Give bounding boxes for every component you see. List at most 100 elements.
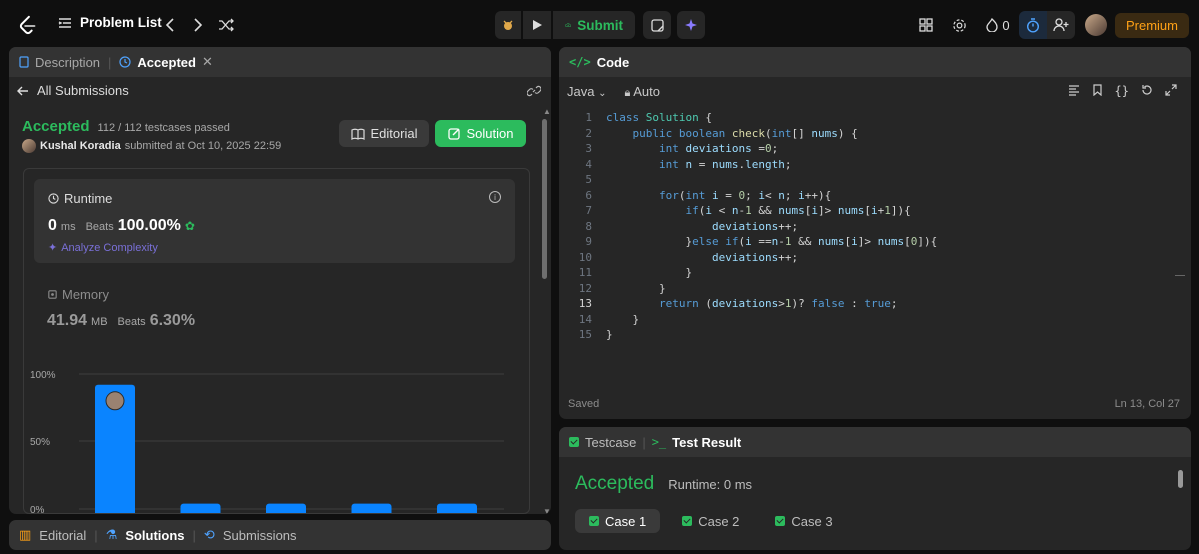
bookmark-icon[interactable]	[1092, 84, 1103, 96]
leetcode-logo[interactable]	[17, 15, 39, 37]
tab-description[interactable]: Description	[35, 55, 100, 70]
format-icon[interactable]	[1068, 84, 1080, 96]
all-submissions-link[interactable]: All Submissions	[17, 83, 129, 98]
ai-sparkle-icon[interactable]	[677, 11, 705, 39]
runtime-card[interactable]: Runtime i 0 ms Beats 100.00% ✿ ✦ Analyze…	[34, 179, 515, 263]
layout-icon[interactable]	[909, 11, 943, 39]
chart-bar[interactable]	[266, 503, 306, 514]
expand-icon[interactable]	[1165, 84, 1177, 96]
code-line[interactable]: 6 for(int i = 0; i< n; i++){	[559, 189, 1191, 205]
shuffle-icon[interactable]	[217, 16, 235, 34]
author-avatar[interactable]	[22, 139, 36, 153]
code-line[interactable]: 13 return (deviations>1)? false : true;	[559, 297, 1191, 313]
note-icon[interactable]	[643, 11, 671, 39]
tab-solutions[interactable]: Solutions	[125, 528, 184, 543]
case-tab-3[interactable]: Case 3	[761, 509, 846, 533]
check-icon	[682, 516, 693, 526]
solution-button[interactable]: Solution	[435, 120, 526, 147]
line-number: 14	[578, 312, 592, 326]
prev-problem-icon[interactable]	[162, 16, 178, 34]
reset-icon[interactable]	[1141, 84, 1153, 96]
line-number: 9	[585, 235, 592, 248]
history-icon: ⟲	[203, 527, 215, 542]
code-line[interactable]: 11 }	[559, 266, 1191, 282]
tab-test-result[interactable]: Test Result	[672, 435, 741, 450]
left-panel-scrollbar[interactable]	[542, 119, 547, 279]
test-panel-scrollbar[interactable]	[1178, 470, 1183, 488]
chart-bar[interactable]	[180, 503, 221, 514]
case-tab-1[interactable]: Case 1	[575, 509, 661, 533]
editorial-button[interactable]: Editorial	[339, 120, 429, 147]
auto-mode[interactable]: 🔒︎ Auto	[624, 84, 660, 100]
scroll-down-icon[interactable]: ▼	[543, 507, 551, 514]
code-line[interactable]: 10 deviations++;	[559, 251, 1191, 267]
code-line[interactable]: 14 }	[559, 313, 1191, 329]
left-panel-tabs: Description | Accepted ✕	[9, 47, 551, 77]
code-text: }	[632, 312, 640, 326]
streak-counter[interactable]: 0	[977, 11, 1019, 39]
code-line[interactable]: 1 class Solution {	[559, 111, 1191, 127]
code-line[interactable]: 5	[559, 173, 1191, 189]
debug-icon[interactable]	[495, 11, 521, 39]
list-icon	[58, 17, 71, 28]
code-line[interactable]: 12 }	[559, 282, 1191, 298]
timer-icon[interactable]	[1018, 11, 1047, 39]
user-avatar[interactable]	[1084, 14, 1107, 36]
runtime-distribution-chart: 100% 50% 0%	[30, 370, 504, 514]
cloud-upload-icon	[565, 23, 572, 27]
gear-icon[interactable]	[943, 11, 977, 39]
memory-label: Memory	[62, 287, 109, 302]
y-tick-label: 0%	[30, 505, 45, 514]
code-line[interactable]: 4 int n = nums.length;	[559, 158, 1191, 174]
info-icon[interactable]: i	[489, 191, 501, 203]
my-submission-avatar[interactable]	[105, 391, 125, 411]
chart-bar[interactable]	[351, 503, 392, 514]
code-editor[interactable]: 1 class Solution {2 public boolean check(…	[559, 111, 1191, 371]
run-button[interactable]	[523, 11, 551, 39]
braces-icon[interactable]: {}	[1115, 84, 1129, 98]
analyze-complexity-link[interactable]: ✦ Analyze Complexity	[48, 241, 158, 255]
line-number: 11	[578, 266, 592, 279]
tab-submissions[interactable]: Submissions	[223, 528, 297, 543]
problem-list-button[interactable]: Problem List	[58, 15, 162, 30]
y-tick-label: 100%	[30, 370, 56, 381]
test-result-summary: Accepted Runtime: 0 ms	[575, 473, 752, 495]
link-icon[interactable]	[527, 84, 541, 98]
code-line[interactable]: 3 int deviations =0;	[559, 142, 1191, 158]
chart-bar[interactable]	[437, 503, 477, 514]
memory-unit: MB	[91, 316, 108, 328]
tab-accepted[interactable]: Accepted	[137, 55, 196, 70]
history-icon	[119, 56, 132, 68]
code-title: Code	[596, 54, 630, 70]
tab-editorial[interactable]: Editorial	[39, 528, 86, 543]
tab-testcase[interactable]: Testcase	[585, 435, 636, 450]
code-line[interactable]: 7 if(i < n-1 && nums[i]> nums[i+1]){	[559, 204, 1191, 220]
code-text: for(int i = 0; i< n; i++){	[658, 188, 832, 202]
add-collaborator-icon[interactable]	[1046, 11, 1075, 39]
runtime-values: 0 ms Beats 100.00% ✿	[48, 217, 195, 235]
case-label: Case 1	[605, 513, 647, 529]
language-select[interactable]: Java ⌄	[567, 84, 606, 100]
next-problem-icon[interactable]	[190, 16, 206, 34]
case-tab-2[interactable]: Case 2	[668, 509, 753, 533]
author-name[interactable]: Kushal Koradia	[40, 140, 121, 152]
premium-button[interactable]: Premium	[1114, 12, 1189, 38]
check-icon	[775, 516, 786, 526]
submission-status-row: Accepted 112 / 112 testcases passed	[22, 118, 230, 135]
clock-icon	[48, 193, 59, 204]
submit-button[interactable]: Submit	[553, 11, 635, 39]
memory-label-row[interactable]: Memory	[47, 287, 109, 302]
edit-icon	[447, 128, 460, 140]
close-tab-icon[interactable]: ✕	[202, 54, 213, 70]
problem-list-label: Problem List	[80, 15, 162, 30]
arrow-left-icon	[17, 86, 28, 95]
code-line[interactable]: 15}	[559, 328, 1191, 344]
code-text: if(i < n-1 && nums[i]> nums[i+1]){	[685, 204, 911, 217]
code-line[interactable]: 9 }else if(i ==n-1 && nums[i]> nums[0]){	[559, 235, 1191, 251]
code-line[interactable]: 2 public boolean check(int[] nums) {	[559, 127, 1191, 143]
scroll-up-icon[interactable]: ▲	[543, 107, 551, 116]
code-line[interactable]: 8 deviations++;	[559, 220, 1191, 236]
test-panel-tabs: Testcase | >_ Test Result	[559, 427, 1191, 457]
line-number: 10	[578, 250, 592, 264]
editor-scroll-marker	[1175, 275, 1185, 276]
